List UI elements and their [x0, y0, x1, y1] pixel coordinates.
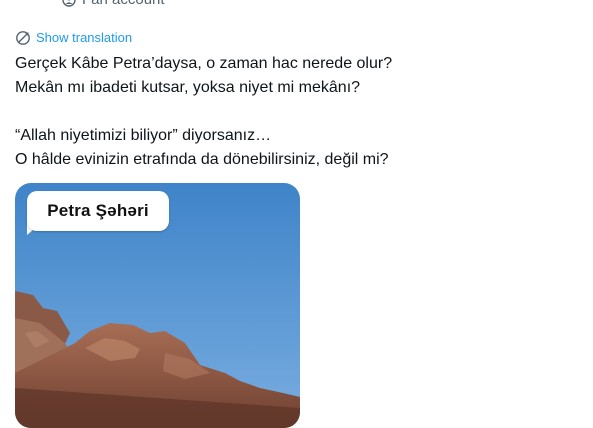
tweet-media-video[interactable]: Petra Şəhəri — [15, 183, 300, 428]
tweet-text: Gerçek Kâbe Petra’daysa, o zaman hac ner… — [15, 52, 575, 172]
video-caption-box: Petra Şəhəri — [27, 191, 169, 231]
tweet-line: Gerçek Kâbe Petra’daysa, o zaman hac ner… — [15, 55, 393, 72]
fan-account-label: Fan account — [62, 0, 165, 9]
video-caption-text: Petra Şəhəri — [47, 201, 149, 220]
globe-translate-icon — [15, 30, 31, 46]
show-translation-label[interactable]: Show translation — [36, 30, 132, 46]
fan-account-text: Fan account — [82, 0, 165, 9]
show-translation-link[interactable]: Show translation — [15, 30, 132, 46]
tweet-line: O hâlde evinizin etrafında da dönebilirs… — [15, 151, 389, 168]
fan-account-icon — [62, 0, 76, 7]
tweet-line: “Allah niyetimizi biliyor” diyorsanız… — [15, 127, 272, 144]
tweet-line: Mekân mı ibadeti kutsar, yoksa niyet mi … — [15, 79, 361, 96]
